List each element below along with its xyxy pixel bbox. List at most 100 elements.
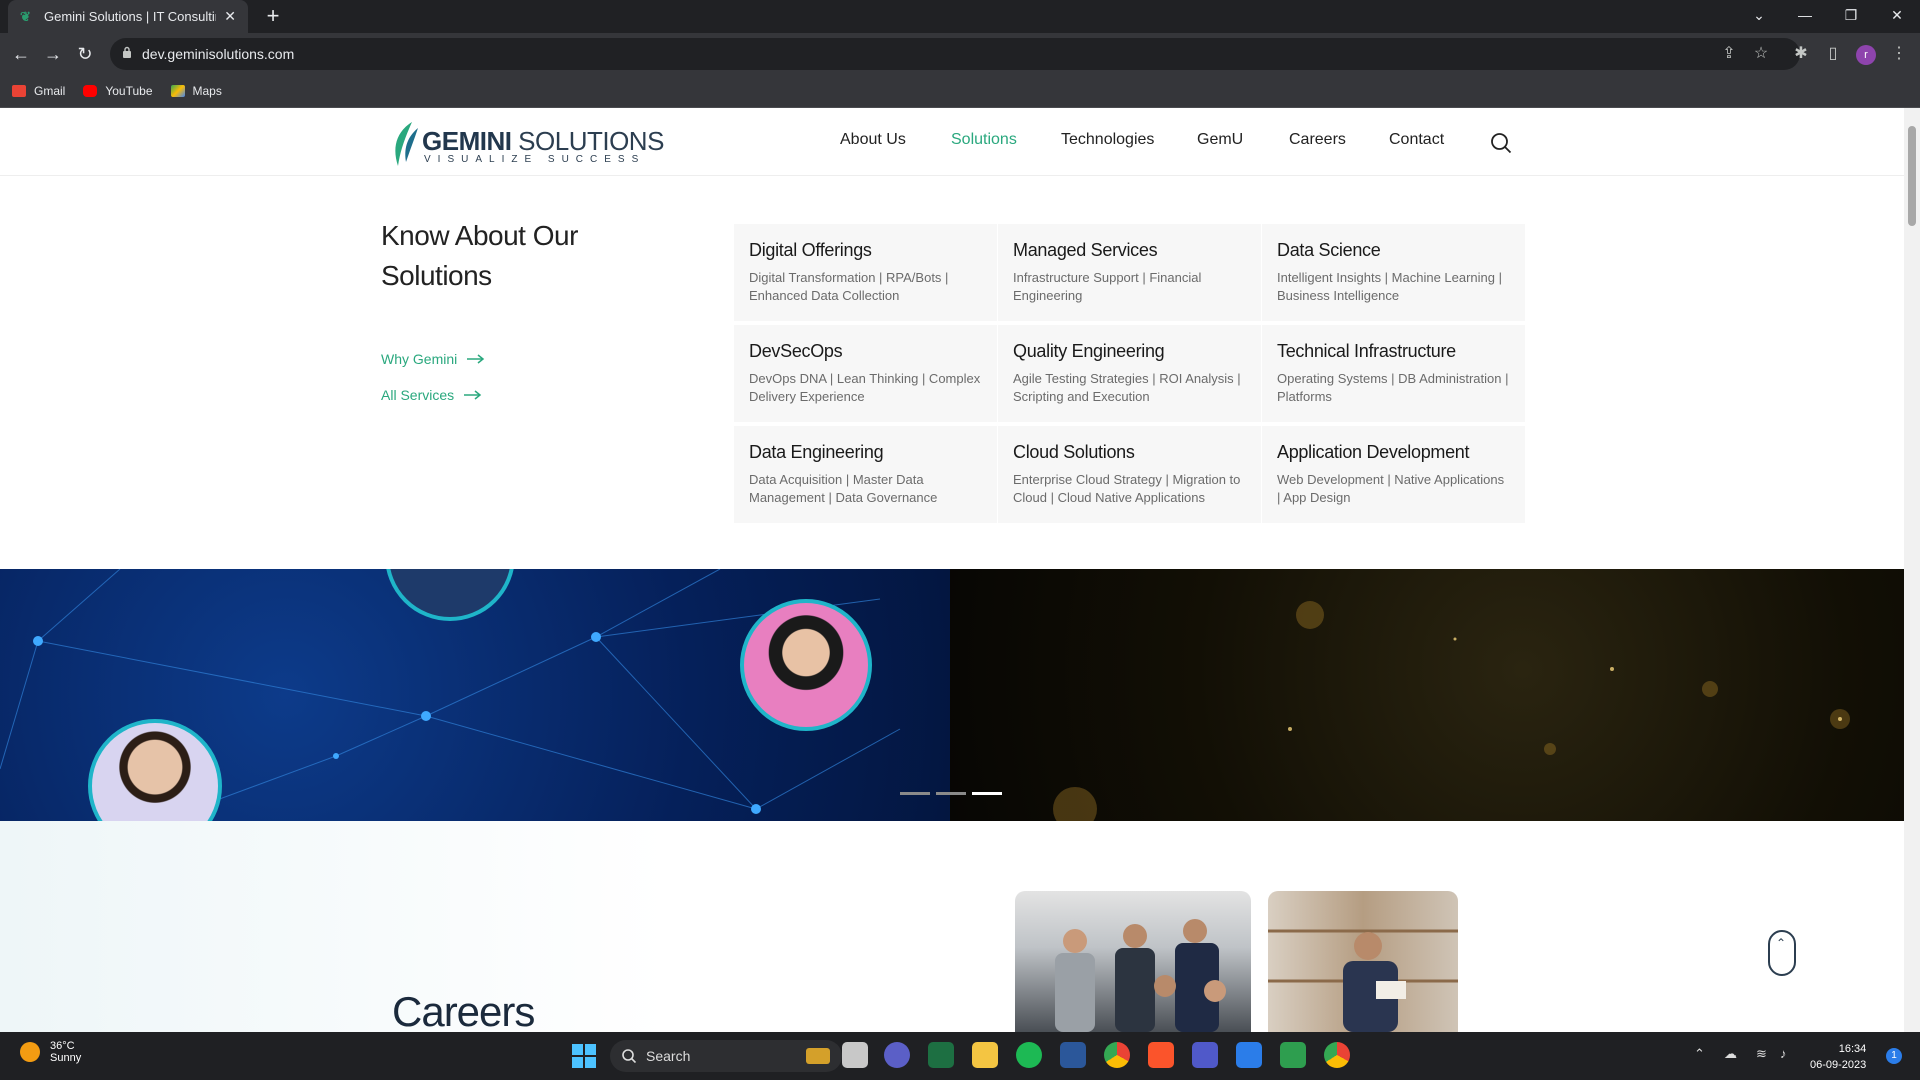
nav-technologies[interactable]: Technologies — [1061, 131, 1154, 149]
gmail-icon — [12, 85, 26, 97]
site-favicon-icon: ❦ — [20, 8, 31, 24]
why-gemini-link[interactable]: Why Gemini — [381, 351, 485, 367]
taskbar-search[interactable]: Search — [610, 1040, 842, 1072]
solution-card-application-development[interactable]: Application Development Web Development … — [1262, 426, 1525, 523]
bookmark-label: Maps — [192, 84, 222, 98]
team-figures — [1055, 919, 1226, 1032]
close-window-icon[interactable]: ✕ — [1874, 0, 1920, 33]
solution-card-data-engineering[interactable]: Data Engineering Data Acquisition | Mast… — [734, 426, 997, 523]
brave-icon[interactable] — [1148, 1042, 1174, 1068]
youtube-icon — [83, 85, 98, 97]
spotify-icon[interactable] — [1016, 1042, 1042, 1068]
maps-icon — [170, 85, 185, 97]
bookmark-youtube[interactable]: YouTube — [83, 84, 153, 98]
solution-card-quality-engineering[interactable]: Quality Engineering Agile Testing Strate… — [998, 325, 1261, 422]
gemini-logo[interactable]: GEMINI SOLUTIONS VISUALIZE SUCCESS — [392, 118, 664, 170]
card-title: Digital Offerings — [749, 240, 872, 260]
scroll-to-top-button[interactable]: ⌃ — [1768, 930, 1796, 976]
reload-icon[interactable]: ↻ — [72, 41, 98, 67]
menu-kebab-icon[interactable]: ⋮ — [1886, 41, 1912, 67]
nav-about-us[interactable]: About Us — [840, 131, 906, 149]
carousel-indicators — [900, 792, 1002, 795]
taskbar-clock[interactable]: 16:34 06-09-2023 — [1810, 1041, 1866, 1073]
forward-icon[interactable]: → — [40, 41, 66, 67]
windows-start-icon[interactable] — [572, 1044, 596, 1068]
search-icon[interactable] — [1490, 132, 1512, 154]
file-explorer-icon[interactable] — [972, 1042, 998, 1068]
solutions-grid: Digital Offerings Digital Transformation… — [734, 224, 1525, 523]
solution-card-managed-services[interactable]: Managed Services Infrastructure Support … — [998, 224, 1261, 321]
careers-photo-reader — [1268, 891, 1458, 1032]
browser-tab[interactable]: ❦ Gemini Solutions | IT Consulting, ✕ — [8, 0, 248, 33]
side-panel-icon[interactable]: ▯ — [1820, 41, 1846, 67]
careers-heading: Careers — [392, 988, 535, 1032]
bokeh-lights — [1053, 601, 1850, 821]
task-view-icon[interactable] — [842, 1042, 868, 1068]
onedrive-icon[interactable]: ☁ — [1724, 1046, 1737, 1062]
card-title: Data Science — [1277, 240, 1381, 260]
chrome-active-icon[interactable] — [1324, 1042, 1350, 1068]
chevron-up-icon: ⌃ — [1776, 936, 1787, 950]
page-scrollbar[interactable] — [1904, 108, 1920, 1032]
card-description: Data Acquisition | Master Data Managemen… — [749, 472, 938, 505]
logo-wordmark: GEMINI SOLUTIONS — [422, 126, 664, 156]
excel-icon[interactable] — [928, 1042, 954, 1068]
extensions-icon[interactable]: ✱ — [1788, 41, 1814, 67]
back-icon[interactable]: ← — [8, 41, 34, 67]
card-description: Digital Transformation | RPA/Bots | Enha… — [749, 270, 949, 303]
weather-temperature: 36°C — [50, 1040, 75, 1052]
scrollbar-thumb[interactable] — [1908, 126, 1916, 226]
card-description: Agile Testing Strategies | ROI Analysis … — [1013, 371, 1241, 404]
minimize-icon[interactable]: — — [1782, 0, 1828, 33]
nav-gemu[interactable]: GemU — [1197, 131, 1243, 149]
chevron-up-icon[interactable]: ⌃ — [1694, 1046, 1705, 1062]
team-portrait-woman — [740, 599, 872, 731]
careers-section — [0, 821, 1904, 1032]
card-description: Enterprise Cloud Strategy | Migration to… — [1013, 472, 1241, 505]
solutions-mega-menu: Know About Our Solutions Why Gemini All … — [0, 176, 1904, 568]
logo-tagline: VISUALIZE SUCCESS — [424, 154, 646, 165]
taskbar-search-label: Search — [646, 1048, 691, 1064]
teams-icon[interactable] — [1192, 1042, 1218, 1068]
bookmark-gmail[interactable]: Gmail — [12, 84, 65, 98]
meet-icon[interactable] — [884, 1042, 910, 1068]
sun-icon — [20, 1042, 40, 1062]
nav-careers[interactable]: Careers — [1289, 131, 1346, 149]
carousel-dot[interactable] — [936, 792, 966, 795]
solution-card-technical-infrastructure[interactable]: Technical Infrastructure Operating Syste… — [1262, 325, 1525, 422]
weather-widget[interactable]: 36°C Sunny — [20, 1040, 81, 1064]
card-description: DevOps DNA | Lean Thinking | Complex Del… — [749, 371, 981, 404]
new-tab-icon[interactable]: + — [260, 4, 286, 30]
media-player-icon[interactable] — [1280, 1042, 1306, 1068]
volume-icon[interactable]: ♪ — [1780, 1046, 1787, 1061]
app-s-icon[interactable] — [1236, 1042, 1262, 1068]
bookmarks-bar: Gmail YouTube Maps — [0, 75, 1920, 108]
profile-avatar[interactable]: r — [1856, 45, 1876, 65]
card-description: Web Development | Native Applications | … — [1277, 472, 1505, 505]
solution-card-digital-offerings[interactable]: Digital Offerings Digital Transformation… — [734, 224, 997, 321]
link-label: All Services — [381, 387, 455, 403]
word-icon[interactable] — [1060, 1042, 1086, 1068]
all-services-link[interactable]: All Services — [381, 387, 482, 403]
site-header: GEMINI SOLUTIONS VISUALIZE SUCCESS About… — [0, 108, 1904, 176]
url-text: dev.geminisolutions.com — [142, 46, 295, 62]
bookmark-label: YouTube — [105, 84, 153, 98]
nav-contact[interactable]: Contact — [1389, 131, 1444, 149]
share-icon[interactable]: ⇪ — [1716, 41, 1742, 67]
restore-icon[interactable]: ❐ — [1828, 0, 1874, 33]
solution-card-devsecops[interactable]: DevSecOps DevOps DNA | Lean Thinking | C… — [734, 325, 997, 422]
solution-card-data-science[interactable]: Data Science Intelligent Insights | Mach… — [1262, 224, 1525, 321]
bookmark-star-icon[interactable]: ☆ — [1748, 41, 1774, 67]
notification-badge[interactable]: 1 — [1886, 1048, 1902, 1064]
solution-card-cloud-solutions[interactable]: Cloud Solutions Enterprise Cloud Strateg… — [998, 426, 1261, 523]
chrome-icon[interactable] — [1104, 1042, 1130, 1068]
tab-search-icon[interactable]: ⌄ — [1736, 0, 1782, 33]
bookmark-maps[interactable]: Maps — [170, 84, 222, 98]
windows-taskbar: 36°C Sunny Search ⌃ ☁ ≋ ♪ 16:34 06-09-20… — [0, 1032, 1920, 1080]
carousel-dot[interactable] — [900, 792, 930, 795]
address-bar[interactable]: dev.geminisolutions.com — [110, 38, 1800, 70]
wifi-icon[interactable]: ≋ — [1756, 1046, 1767, 1062]
tab-close-icon[interactable]: ✕ — [224, 8, 236, 25]
carousel-dot-active[interactable] — [972, 792, 1002, 795]
nav-solutions[interactable]: Solutions — [951, 131, 1017, 149]
